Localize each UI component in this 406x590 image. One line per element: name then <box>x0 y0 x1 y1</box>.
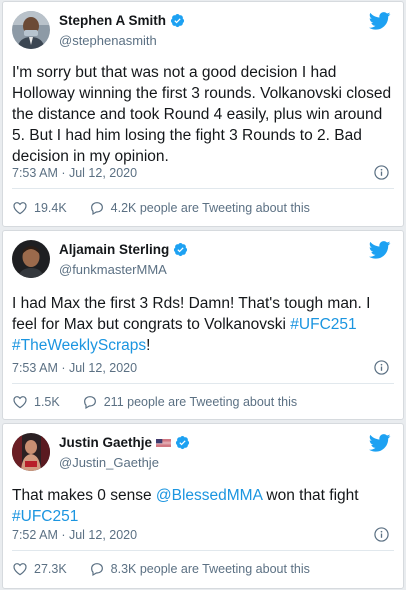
like-button[interactable]: 1.5K <box>12 394 60 410</box>
tweet-actions: 27.3K 8.3K people are Tweeting about thi… <box>12 561 310 577</box>
heart-icon <box>13 202 27 215</box>
tweet-timestamp[interactable]: 7:53 AM · Jul 12, 2020 <box>12 361 137 375</box>
info-icon[interactable] <box>374 165 389 180</box>
hashtag-link[interactable]: #UFC251 <box>290 316 356 333</box>
display-name[interactable]: Justin Gaethje <box>59 435 152 450</box>
user-handle[interactable]: @funkmasterMMA <box>59 262 167 277</box>
tweet-text-mid: won that fight <box>266 487 359 504</box>
heart-icon <box>13 396 27 409</box>
twitter-bird-icon[interactable] <box>369 12 391 30</box>
tweet-text: That makes 0 sense @BlessedMMA won that … <box>12 485 393 527</box>
avatar[interactable] <box>12 11 50 49</box>
tweet-card-stephenasmith: Stephen A Smith @stephenasmith I'm sorry… <box>2 1 404 227</box>
heart-icon <box>13 563 27 576</box>
tweet-card-funkmastermma: Aljamain Sterling @funkmasterMMA I had M… <box>2 230 404 420</box>
user-handle[interactable]: @stephenasmith <box>59 33 157 48</box>
like-count: 19.4K <box>34 201 67 215</box>
reply-button[interactable]: 8.3K people are Tweeting about this <box>89 561 310 577</box>
like-count: 1.5K <box>34 395 60 409</box>
like-button[interactable]: 19.4K <box>12 200 67 216</box>
reply-button[interactable]: 211 people are Tweeting about this <box>82 394 297 410</box>
display-name[interactable]: Stephen A Smith <box>59 13 166 28</box>
like-count: 27.3K <box>34 562 67 576</box>
tweet-timestamp[interactable]: 7:52 AM · Jul 12, 2020 <box>12 528 137 542</box>
user-handle[interactable]: @Justin_Gaethje <box>59 455 159 470</box>
speech-bubble-icon <box>90 202 103 216</box>
reply-summary: 211 people are Tweeting about this <box>103 395 298 409</box>
tweet-text: I'm sorry but that was not a good decisi… <box>12 64 392 165</box>
verified-badge-icon <box>170 13 185 28</box>
twitter-bird-icon[interactable] <box>369 434 391 452</box>
mention-link[interactable]: @BlessedMMA <box>156 487 262 504</box>
verified-badge-icon <box>175 435 190 450</box>
tweet-actions: 1.5K 211 people are Tweeting about this <box>12 394 297 410</box>
reply-summary: 8.3K people are Tweeting about this <box>110 562 310 576</box>
verified-badge-icon <box>174 242 188 257</box>
tweet-text-body: That makes 0 sense <box>12 487 152 504</box>
hashtag-link[interactable]: #TheWeeklyScraps <box>12 337 146 354</box>
speech-bubble-icon <box>90 563 103 577</box>
tweet-timestamp[interactable]: 7:53 AM · Jul 12, 2020 <box>12 166 137 180</box>
tweet-text: I had Max the first 3 Rds! Damn! That's … <box>12 293 393 356</box>
twitter-bird-icon[interactable] <box>369 241 391 259</box>
divider <box>12 550 394 551</box>
tweet-card-justin-gaethje: Justin Gaethje @Justin_Gaethje That make… <box>2 423 404 589</box>
avatar[interactable] <box>12 433 50 471</box>
info-icon[interactable] <box>374 360 389 375</box>
tweet-actions: 19.4K 4.2K people are Tweeting about thi… <box>12 200 310 216</box>
tweet-text-end: ! <box>146 337 151 354</box>
divider <box>12 383 394 384</box>
avatar[interactable] <box>12 240 50 278</box>
hashtag-link[interactable]: #UFC251 <box>12 508 78 525</box>
reply-summary: 4.2K people are Tweeting about this <box>110 201 310 215</box>
us-flag-icon <box>156 438 172 447</box>
divider <box>12 188 394 189</box>
reply-button[interactable]: 4.2K people are Tweeting about this <box>89 200 310 216</box>
like-button[interactable]: 27.3K <box>12 561 67 577</box>
info-icon[interactable] <box>374 527 389 542</box>
speech-bubble-icon <box>83 396 96 410</box>
display-name[interactable]: Aljamain Sterling <box>59 242 169 257</box>
